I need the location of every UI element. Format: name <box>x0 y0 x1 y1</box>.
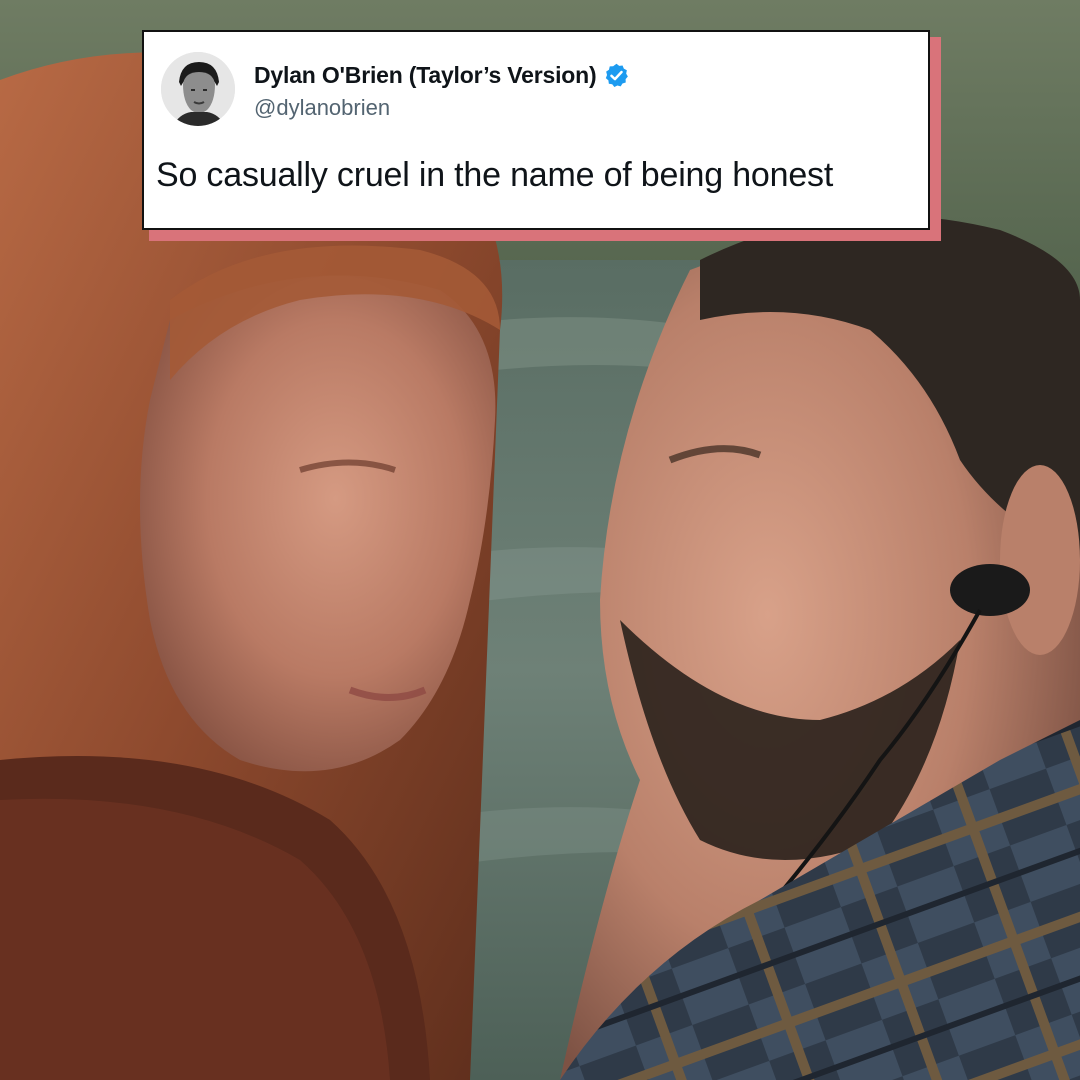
verified-badge-icon <box>603 62 630 89</box>
tweet-card: Dylan O'Brien (Taylor’s Version) @dylano… <box>142 30 930 230</box>
profile-photo-icon <box>161 52 235 126</box>
display-name-row: Dylan O'Brien (Taylor’s Version) <box>254 60 630 90</box>
tweet-text: So casually cruel in the name of being h… <box>156 156 834 194</box>
handle[interactable]: @dylanobrien <box>254 95 390 121</box>
display-name[interactable]: Dylan O'Brien (Taylor’s Version) <box>254 62 597 89</box>
avatar[interactable] <box>161 52 235 126</box>
